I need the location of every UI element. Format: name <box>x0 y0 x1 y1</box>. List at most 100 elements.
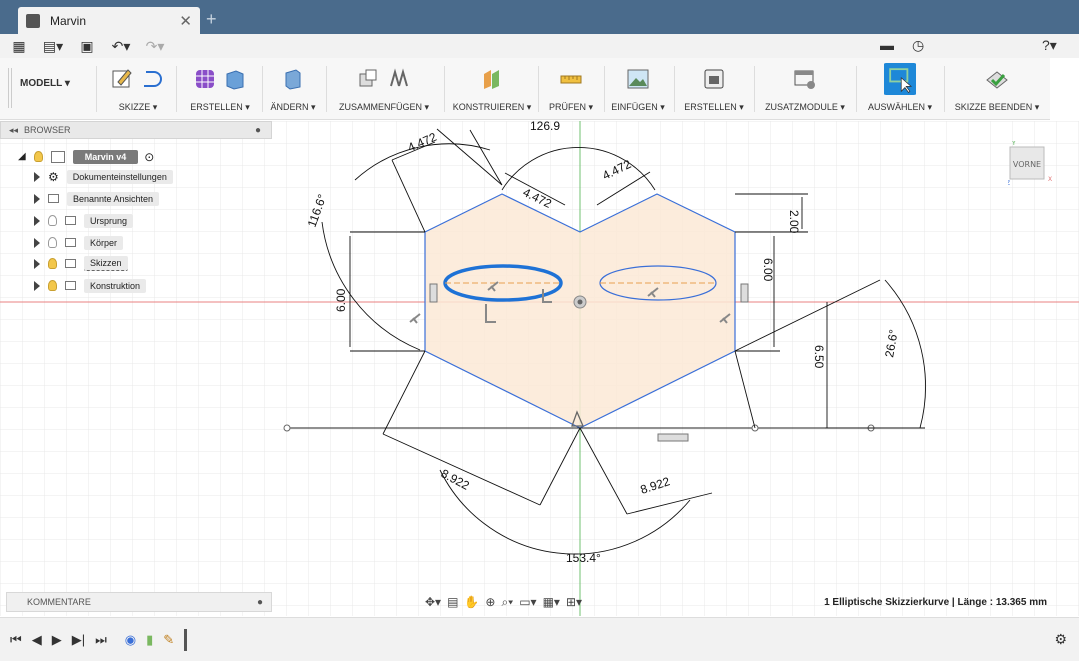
browser-title: BROWSER <box>24 125 71 135</box>
timeline-plane-icon[interactable]: ▮ <box>146 632 153 648</box>
close-tab-icon[interactable]: ✕ <box>179 12 192 30</box>
dim-angle-bottom[interactable]: 153.4° <box>566 551 601 565</box>
expand-icon[interactable] <box>34 280 40 291</box>
redo-icon[interactable]: ↷▾ <box>146 38 165 54</box>
workspace-selector[interactable]: MODELL ▾ <box>20 78 70 89</box>
select-cursor-icon <box>884 63 916 95</box>
browser-root[interactable]: ◢ Marvin v4 ⊙ <box>18 148 154 165</box>
file-menu-icon[interactable]: ▤▾ <box>43 38 63 54</box>
visibility-bulb-icon[interactable] <box>33 151 43 162</box>
timeline-marker[interactable] <box>184 628 188 651</box>
dim-height-right[interactable]: 6.50 <box>812 345 826 369</box>
sketch-canvas[interactable]: 126.9 4.472 4.472 4.472 116.6° 2.00 6.00… <box>0 121 1079 616</box>
browser-item-dokumenteinstellungen[interactable]: ⚙ Dokumenteinstellungen <box>34 168 173 185</box>
ribbon-group-erstellen-2[interactable]: ERSTELLEN ▾ <box>678 62 750 118</box>
ribbon-group-aendern[interactable]: ÄNDERN ▾ <box>262 62 324 118</box>
expand-icon[interactable] <box>34 237 40 248</box>
grid-settings-icon[interactable]: ▦▾ <box>543 595 560 609</box>
collapse-panel-icon[interactable]: ◂◂ <box>9 125 18 136</box>
job-status-icon[interactable]: ▬ <box>880 37 894 53</box>
timeline-bar: ⏮ ◀ ▶ ▶| ⏭ ◉ ▮ ✎ ⚙ <box>0 617 1079 661</box>
folder-icon <box>65 216 76 225</box>
activate-radio-icon[interactable]: ⊙ <box>144 150 154 164</box>
ribbon-group-pruefen[interactable]: PRÜFEN ▾ <box>542 62 600 118</box>
svg-text:Y: Y <box>1011 141 1016 147</box>
timeline-settings-icon[interactable]: ⚙ <box>1054 631 1067 648</box>
dim-height-top[interactable]: 2.00 <box>787 210 801 234</box>
sketch-arc-icon <box>144 71 162 87</box>
new-component-icon <box>359 69 377 87</box>
ribbon-group-auswaehlen[interactable]: AUSWÄHLEN ▾ <box>862 62 938 118</box>
measure-icon <box>560 75 582 84</box>
go-to-end-icon[interactable]: ⏭ <box>95 632 107 648</box>
view-cube-face: VORNE <box>1013 160 1041 169</box>
panel-pin-icon[interactable]: ● <box>255 125 261 136</box>
undo-icon[interactable]: ↶▾ <box>112 38 131 54</box>
document-tab[interactable]: Marvin ✕ <box>18 7 200 34</box>
help-icon[interactable]: ?▾ <box>1042 37 1057 54</box>
insert-image-icon <box>627 69 649 89</box>
ribbon-group-zusammenfuegen[interactable]: ZUSAMMENFÜGEN ▾ <box>328 62 440 118</box>
step-forward-icon[interactable]: ▶| <box>72 632 85 648</box>
folder-icon <box>65 281 76 290</box>
ribbon-group-erstellen[interactable]: ERSTELLEN ▾ <box>180 62 260 118</box>
save-icon[interactable]: ▣ <box>78 38 96 54</box>
visibility-bulb-icon[interactable] <box>48 280 57 291</box>
root-label: Marvin v4 <box>72 149 139 164</box>
browser-item-benannte-ansichten[interactable]: Benannte Ansichten <box>34 190 160 207</box>
timeline-sketch-icon[interactable]: ✎ <box>163 632 174 648</box>
add-comment-icon[interactable]: ● <box>257 597 263 608</box>
dim-top-width[interactable]: 126.9 <box>530 121 560 133</box>
scripts-addins-icon <box>794 70 815 89</box>
offset-plane-icon <box>484 70 499 89</box>
svg-text:X: X <box>1048 176 1052 183</box>
title-bar: Marvin ✕ + <box>0 0 1079 34</box>
browser-item-skizzen[interactable]: Skizzen <box>34 255 128 272</box>
go-to-start-icon[interactable]: ⏮ <box>10 632 22 648</box>
finish-sketch-icon <box>986 71 1008 89</box>
folder-icon <box>65 259 76 268</box>
comments-panel[interactable]: KOMMENTARE ● <box>6 592 272 612</box>
view-cube[interactable]: VORNE Y X Z <box>1008 141 1052 185</box>
folder-icon <box>48 194 59 203</box>
ribbon-group-konstruieren[interactable]: KONSTRUIEREN ▾ <box>448 62 536 118</box>
folder-icon <box>65 238 76 247</box>
viewports-icon[interactable]: ⊞▾ <box>566 595 582 609</box>
tab-title: Marvin <box>50 13 87 28</box>
expand-icon[interactable] <box>34 193 40 204</box>
display-settings-icon[interactable]: ▭▾ <box>519 595 536 609</box>
zoom-icon[interactable]: ⊕ <box>485 595 495 609</box>
timeline-origin-icon[interactable]: ◉ <box>125 632 136 648</box>
visibility-bulb-icon[interactable] <box>48 215 57 226</box>
play-icon[interactable]: ▶ <box>52 632 62 648</box>
expand-icon[interactable] <box>34 258 40 269</box>
look-at-icon[interactable]: ▤ <box>447 595 458 609</box>
browser-item-ursprung[interactable]: Ursprung <box>34 212 134 229</box>
dim-height-mid[interactable]: 6.00 <box>761 258 775 282</box>
dim-height-left[interactable]: 6.00 <box>334 288 348 312</box>
joint-icon <box>390 68 408 87</box>
new-tab-icon[interactable]: + <box>206 9 217 30</box>
expand-icon[interactable] <box>34 171 40 182</box>
history-clock-icon[interactable]: ◷ <box>912 37 924 54</box>
expand-icon[interactable] <box>34 215 40 226</box>
ribbon-group-zusatzmodule[interactable]: ZUSATZMODULE ▾ <box>758 62 852 118</box>
press-pull-icon <box>285 69 301 90</box>
gear-icon: ⚙ <box>48 169 59 184</box>
zoom-window-icon[interactable]: ⌕▾ <box>501 595 513 610</box>
orbit-icon[interactable]: ✥▾ <box>425 595 441 609</box>
ribbon-group-skizze-beenden[interactable]: SKIZZE BEENDEN ▾ <box>948 62 1046 118</box>
browser-item-konstruktion[interactable]: Konstruktion <box>34 277 147 294</box>
sketch-icon <box>112 69 132 88</box>
browser-item-koerper[interactable]: Körper <box>34 234 124 251</box>
ribbon-group-skizze[interactable]: SKIZZE ▾ <box>102 62 174 118</box>
component-icon <box>50 150 65 163</box>
step-back-icon[interactable]: ◀ <box>32 632 42 648</box>
browser-panel-header[interactable]: ◂◂ BROWSER ● <box>0 121 272 139</box>
visibility-bulb-icon[interactable] <box>48 237 57 248</box>
pan-hand-icon[interactable]: ✋ <box>464 595 479 609</box>
visibility-bulb-icon[interactable] <box>48 258 57 269</box>
apps-grid-icon[interactable]: ▦ <box>10 38 28 54</box>
ribbon-group-einfuegen[interactable]: EINFÜGEN ▾ <box>606 62 670 118</box>
extrude-icon <box>226 70 244 90</box>
